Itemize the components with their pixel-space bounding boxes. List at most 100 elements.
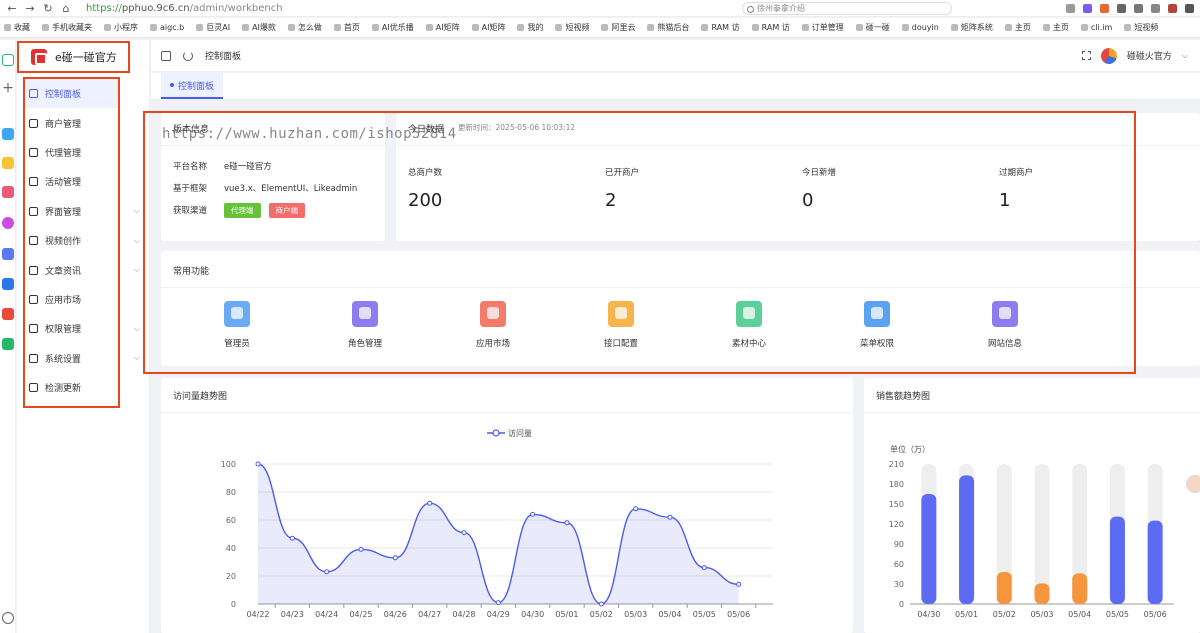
undo-icon[interactable] [1151,3,1160,13]
data-point[interactable] [701,565,707,571]
bar[interactable] [1072,573,1088,604]
data-point[interactable] [530,511,536,517]
data-point[interactable] [324,569,330,575]
back-icon[interactable]: ← [6,2,18,15]
bookmark-item[interactable]: 小程序 [104,22,138,33]
chevron-down-icon[interactable]: ⌵ [134,324,140,334]
plus-icon[interactable]: + [2,81,14,95]
shortcut-market[interactable]: 应用市场 [463,301,523,349]
app-icon[interactable] [2,308,14,320]
data-point[interactable] [633,506,639,512]
app-icon[interactable] [2,186,14,198]
sidebar-item[interactable]: 商户管理 [25,108,118,137]
agent-badge[interactable]: 代理端 [224,202,261,218]
chevron-down-icon[interactable]: ⌵ [134,236,140,246]
sidebar-item[interactable]: 系统设置 ⌵ [25,344,140,373]
sidebar-item[interactable]: 检测更新 [25,373,118,402]
home-icon[interactable]: ⌂ [60,2,72,15]
address-bar[interactable]: https:// pphuo.9c6.cn /admin/workbench [86,1,516,16]
data-point[interactable] [564,520,570,526]
sidebar-item[interactable]: 代理管理 [25,138,118,167]
sidebar-item[interactable]: 控制面板 [25,79,118,109]
avatar[interactable] [1100,47,1117,64]
briefcase-icon[interactable] [1168,3,1177,13]
refresh-icon[interactable] [183,50,193,61]
app-icon[interactable] [2,278,14,290]
chevron-down-icon[interactable]: ⌵ [1182,51,1188,61]
bookmark-item[interactable]: aigc.b [150,23,184,32]
bookmark-item[interactable]: 我的 [517,22,543,33]
app-icon[interactable] [2,128,14,140]
sidebar-item[interactable]: 应用市场 [25,285,118,314]
data-point[interactable] [392,555,398,561]
data-point[interactable] [667,514,673,520]
shortcut-admin[interactable]: 管理员 [207,301,267,349]
bookmark-item[interactable]: AI爆款 [242,22,276,33]
chevron-down-icon[interactable]: ⌵ [134,265,140,275]
fullscreen-icon[interactable] [1081,51,1091,60]
bar[interactable] [921,494,937,604]
ai-icon[interactable] [2,217,14,229]
collapse-sidebar-icon[interactable] [161,50,171,61]
tab-dashboard[interactable]: 控制面板 [161,73,224,99]
shortcut-site[interactable]: 网站信息 [975,301,1035,349]
home-icon[interactable] [2,54,14,66]
bookmark-item[interactable]: AI优乐播 [371,22,414,33]
reload-icon[interactable]: ↻ [42,2,54,15]
shortcut-menu[interactable]: 菜单权限 [847,301,907,349]
data-point[interactable] [427,500,433,506]
bookmark-item[interactable]: 巨灵AI [196,22,230,33]
data-point[interactable] [736,581,742,587]
bookmark-item[interactable]: AI矩阵 [425,22,460,33]
bookmark-item[interactable]: 短视频 [555,22,589,33]
mail-icon[interactable] [2,338,14,350]
bar[interactable] [996,572,1012,604]
bookmark-item[interactable]: AI矩阵 [471,22,505,33]
bookmark-item[interactable]: RAM 访 [751,22,790,33]
settings-icon[interactable] [2,612,14,624]
bar[interactable] [1034,583,1050,604]
bookmark-item[interactable]: 碰一碰 [855,22,890,33]
puzzle-icon[interactable] [1117,3,1126,13]
chevron-down-icon[interactable]: ⌵ [134,206,140,216]
bar[interactable] [1109,516,1125,604]
brand-logo[interactable]: e碰一碰官方 [17,41,130,73]
bookmark-item[interactable]: 熊猫后台 [647,22,689,33]
ai-icon[interactable] [2,248,14,260]
bookmark-item[interactable]: 怎么做 [287,22,322,33]
data-point[interactable] [461,530,467,536]
merchant-badge[interactable]: 商户端 [268,202,305,218]
extension-icon[interactable] [1083,3,1092,13]
sidebar-item[interactable]: 权限管理 ⌵ [25,314,140,343]
bookmark-item[interactable]: 收藏 [4,22,30,33]
sidebar-item[interactable]: 活动管理 [25,167,118,196]
browser-search-input[interactable]: 徐州拳拿介绍 [742,1,952,15]
breadcrumb[interactable]: 控制面板 [205,49,241,62]
scissors-icon[interactable] [1066,3,1075,13]
menu-icon[interactable] [1185,3,1194,13]
download-icon[interactable] [1134,3,1143,13]
bar[interactable] [959,475,975,604]
bar[interactable] [1147,520,1163,604]
star-icon[interactable] [2,157,14,169]
bookmark-item[interactable]: 首页 [333,22,360,33]
sidebar-item[interactable]: 视频创作 ⌵ [25,226,140,255]
extension-icon[interactable] [1100,3,1109,13]
bookmark-item[interactable]: douyin [901,23,939,32]
bookmark-item[interactable]: 主页 [1004,22,1031,33]
shortcut-api[interactable]: 接口配置 [591,301,651,349]
bookmark-item[interactable]: 订单管理 [801,22,844,33]
bookmark-item[interactable]: 手机收藏夹 [42,22,92,33]
legend-label[interactable]: 访问量 [508,428,532,438]
user-name[interactable]: 碰碰火官方 [1127,49,1172,62]
data-point[interactable] [358,546,364,552]
data-point[interactable] [495,600,501,606]
shortcut-role[interactable]: 角色管理 [335,301,395,349]
bookmark-item[interactable]: 主页 [1042,22,1069,33]
data-point[interactable] [255,461,261,467]
data-point[interactable] [289,535,295,541]
sidebar-item[interactable]: 界面管理 ⌵ [25,197,140,226]
shortcut-material[interactable]: 素材中心 [719,301,779,349]
bookmark-item[interactable]: 矩阵系统 [950,22,993,33]
bookmark-item[interactable]: RAM 访 [701,22,740,33]
